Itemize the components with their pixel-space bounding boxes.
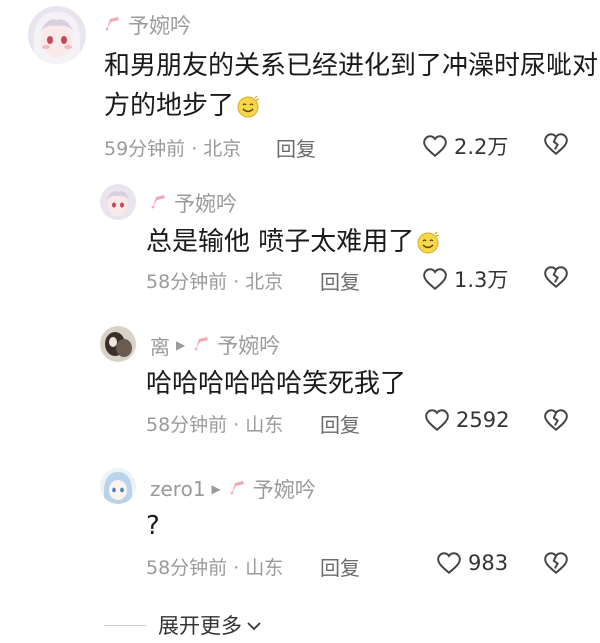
like-button[interactable]: 2592 — [424, 407, 509, 433]
divider — [104, 624, 146, 626]
comment-header: 予婉吟 — [150, 188, 237, 218]
broken-heart-icon — [544, 133, 568, 156]
smile-face-icon — [236, 91, 260, 131]
reply-tag-icon — [229, 478, 247, 500]
broken-heart-icon — [544, 552, 568, 575]
like-button[interactable]: 1.3万 — [422, 264, 508, 294]
like-count: 1.3万 — [454, 268, 509, 292]
broken-heart-icon — [544, 266, 568, 289]
heart-icon — [423, 268, 447, 291]
reply-tag-icon — [104, 14, 122, 36]
comment-text-line: 总是输他 喷子太难用了 — [146, 227, 415, 257]
broken-heart-icon — [544, 409, 568, 432]
comment-meta: 58分钟前 · 北京 — [146, 271, 284, 293]
avatar[interactable] — [100, 468, 136, 504]
smile-face-icon — [416, 227, 440, 267]
comment-header: 离 ▶ 予婉吟 — [150, 330, 280, 360]
comment-text-line: 和男朋友的关系已经进化到了冲澡时尿呲对 — [104, 51, 599, 81]
reply-to-name[interactable]: 予婉吟 — [174, 188, 237, 218]
comment-text: 哈哈哈哈哈哈笑死我了 — [146, 369, 407, 399]
avatar[interactable] — [28, 6, 86, 64]
reply-to-name[interactable]: 予婉吟 — [253, 474, 316, 504]
chevron-down-icon — [246, 613, 262, 637]
comment-text: 总是输他 喷子太难用了 — [146, 222, 440, 267]
dislike-button[interactable] — [543, 264, 569, 294]
reply-to-name[interactable]: 予婉吟 — [217, 330, 280, 360]
reply-button[interactable]: 回复 — [276, 133, 316, 162]
comment-text-line: 方的地步了 — [104, 91, 235, 121]
reply-to-name[interactable]: 予婉吟 — [128, 10, 191, 40]
expand-more-label: 展开更多 — [158, 614, 242, 638]
comment-meta: 58分钟前 · 山东 — [146, 414, 284, 436]
comment-meta: 58分钟前 · 山东 — [146, 557, 284, 579]
reply-button[interactable]: 回复 — [320, 409, 360, 438]
like-count: 2.2万 — [454, 135, 509, 159]
heart-icon — [423, 135, 447, 158]
like-count: 983 — [468, 551, 509, 575]
reply-tag-icon — [150, 192, 168, 214]
like-count: 2592 — [456, 408, 510, 432]
reply-tag-icon — [193, 334, 211, 356]
like-button[interactable]: 983 — [436, 550, 508, 576]
avatar[interactable] — [100, 326, 136, 362]
author-name[interactable]: 离 — [150, 331, 170, 360]
reply-arrow-icon: ▶ — [211, 482, 221, 496]
reply-button[interactable]: 回复 — [320, 266, 360, 295]
reply-arrow-icon: ▶ — [176, 338, 186, 352]
dislike-button[interactable] — [543, 407, 569, 437]
comment-header: zero1 ▶ 予婉吟 — [150, 474, 316, 504]
like-button[interactable]: 2.2万 — [422, 131, 508, 161]
heart-icon — [437, 552, 461, 575]
comment-header: 予婉吟 — [104, 10, 191, 40]
comment-text: 和男朋友的关系已经进化到了冲澡时尿呲对 方的地步了 — [104, 46, 598, 131]
reply-button[interactable]: 回复 — [320, 552, 360, 581]
dislike-button[interactable] — [543, 550, 569, 580]
dislike-button[interactable] — [543, 131, 569, 161]
comment-meta: 59分钟前 · 北京 — [104, 138, 242, 160]
expand-more-button[interactable]: 展开更多 — [104, 610, 262, 640]
comment-text: ? — [146, 511, 160, 541]
author-name[interactable]: zero1 — [150, 477, 206, 501]
heart-icon — [425, 409, 449, 432]
avatar[interactable] — [100, 184, 136, 220]
